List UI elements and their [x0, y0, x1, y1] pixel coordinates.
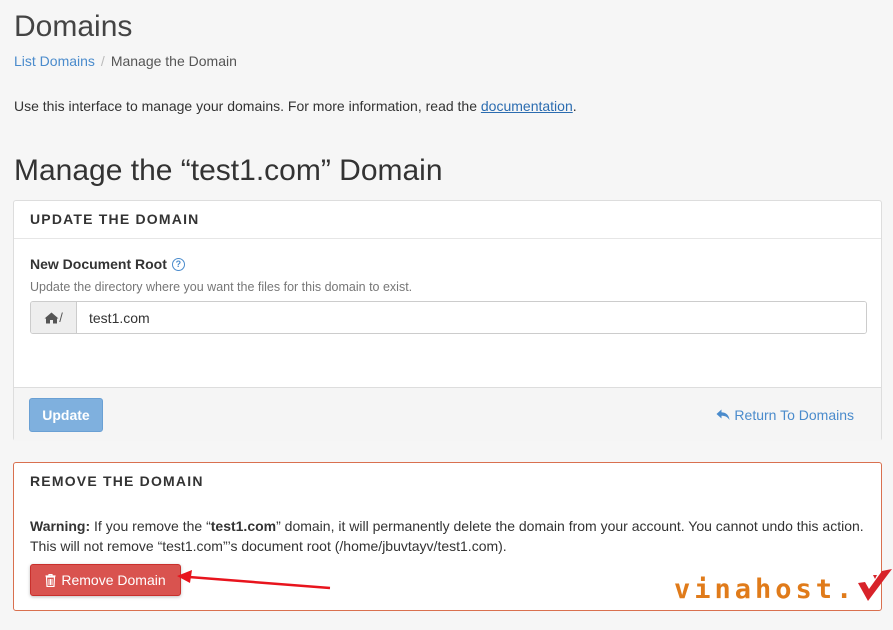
watermark-text: vinahost. [674, 574, 857, 605]
remove-domain-button[interactable]: Remove Domain [30, 564, 181, 596]
document-root-input-group: / [30, 301, 867, 334]
return-to-domains-label: Return To Domains [734, 407, 854, 423]
question-circle-icon[interactable]: ? [171, 257, 185, 271]
home-path-addon: / [31, 302, 77, 333]
checkmark-logo-icon [858, 569, 893, 601]
annotation-arrow [177, 570, 331, 590]
intro-sentence: Use this interface to manage your domain… [14, 98, 477, 114]
breadcrumb: List Domains / Manage the Domain [14, 53, 237, 69]
remove-domain-label: Remove Domain [61, 572, 166, 588]
reply-arrow-icon [716, 409, 730, 420]
manage-domain-title: Manage the “test1.com” Domain [14, 154, 443, 187]
document-root-input[interactable] [77, 302, 866, 333]
remove-warning-text: Warning: If you remove the “test1.com” d… [30, 516, 875, 556]
warning-domain: test1.com [210, 518, 277, 534]
remove-domain-heading: REMOVE THE DOMAIN [30, 473, 204, 489]
document-root-label: New Document Root ? [30, 256, 185, 272]
documentation-link[interactable]: documentation [481, 98, 573, 114]
return-to-domains-link[interactable]: Return To Domains [716, 407, 854, 423]
page-title: Domains [14, 10, 133, 43]
breadcrumb-separator: / [100, 53, 105, 69]
update-domain-heading: UPDATE THE DOMAIN [14, 201, 881, 239]
update-button[interactable]: Update [29, 398, 103, 432]
trash-icon [45, 573, 56, 587]
document-root-help-text: Update the directory where you want the … [30, 280, 413, 294]
intro-period: . [572, 98, 577, 114]
home-path-slash: / [59, 310, 63, 325]
warning-part-1: If you remove the “ [90, 518, 211, 534]
update-panel-footer: Update Return To Domains [14, 387, 881, 441]
breadcrumb-current: Manage the Domain [110, 53, 237, 69]
breadcrumb-list-domains-link[interactable]: List Domains [14, 53, 95, 69]
update-domain-panel: UPDATE THE DOMAIN New Document Root ? Up… [13, 200, 882, 441]
intro-text: Use this interface to manage your domain… [14, 98, 577, 114]
warning-label: Warning: [30, 518, 91, 534]
vinahost-watermark: vinahost. [674, 567, 893, 605]
home-icon [44, 312, 59, 323]
document-root-label-text: New Document Root [30, 256, 167, 272]
